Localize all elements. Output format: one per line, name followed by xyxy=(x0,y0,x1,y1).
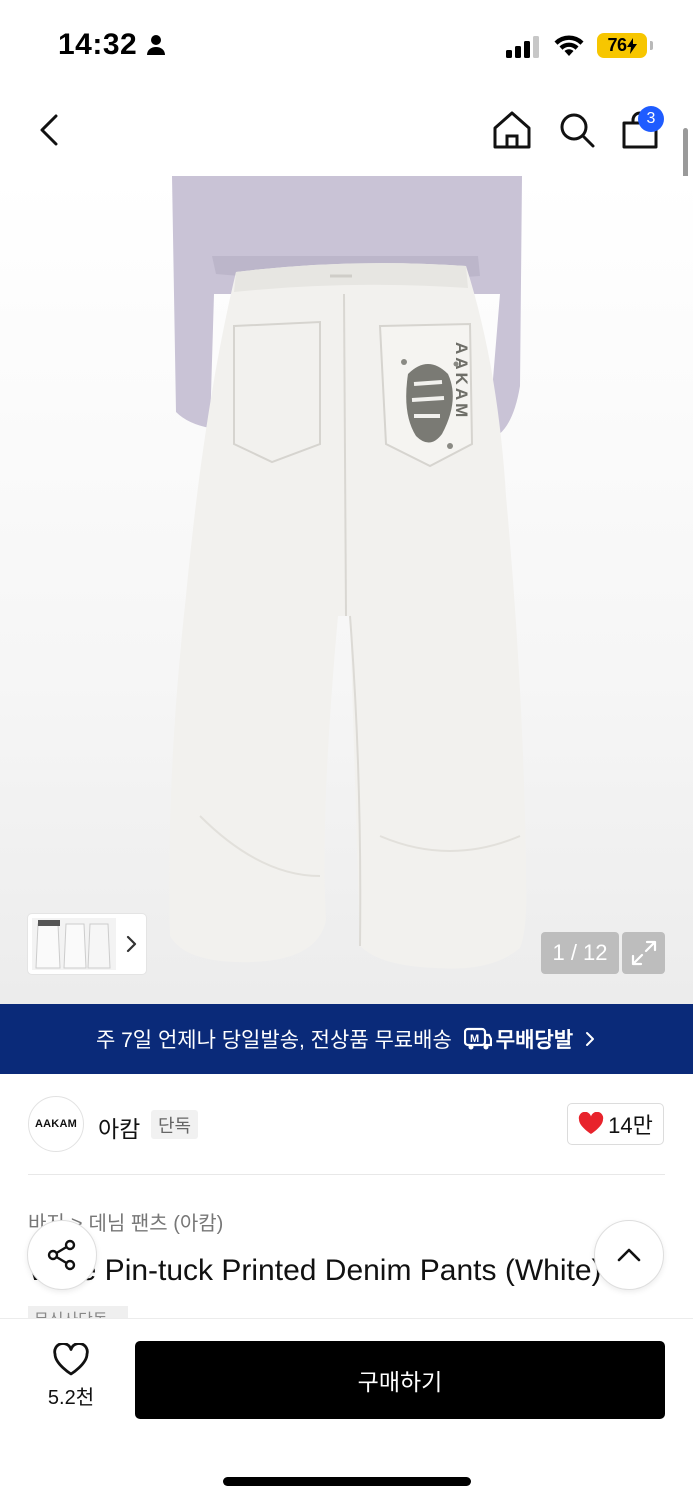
thumbnail-next-button[interactable] xyxy=(122,930,142,958)
product-title: Wide Pin-tuck Printed Denim Pants (White… xyxy=(28,1254,602,1287)
brand-logo-text: AAKAM xyxy=(35,1118,77,1130)
promo-banner[interactable]: 주 7일 언제나 당일발송, 전상품 무료배송 M 무배당발 xyxy=(0,1004,693,1074)
home-button[interactable] xyxy=(490,108,534,152)
share-button[interactable] xyxy=(27,1220,97,1290)
cellular-signal-icon xyxy=(506,36,542,63)
expand-icon xyxy=(631,940,656,966)
image-counter: 1 / 12 xyxy=(541,932,619,974)
promo-logo-text: 무배당발 xyxy=(495,1029,574,1052)
brand-name[interactable]: 아캄 xyxy=(98,1110,140,1144)
chevron-up-icon xyxy=(617,1248,641,1262)
brand-logo[interactable]: AAKAM xyxy=(28,1096,84,1152)
status-bar: 14:32 76 xyxy=(0,0,693,90)
chevron-right-icon xyxy=(586,1032,595,1046)
wishlist-count: 5.2천 xyxy=(47,1387,95,1409)
cart-count-badge: 3 xyxy=(638,106,664,132)
chevron-right-icon xyxy=(126,935,137,953)
charging-bolt-icon xyxy=(626,37,637,54)
search-button[interactable] xyxy=(555,108,599,152)
promo-text: 주 7일 언제나 당일발송, 전상품 무료배송 xyxy=(95,1029,452,1052)
heart-outline-icon xyxy=(53,1343,89,1376)
battery-icon: 76 xyxy=(597,33,653,58)
svg-text:M: M xyxy=(470,1033,479,1045)
thumbnail-image[interactable] xyxy=(32,918,116,970)
pocket-print-text: AAKAM xyxy=(452,342,471,420)
exclusive-badge: 단독 xyxy=(151,1110,199,1139)
status-time: 14:32 xyxy=(58,28,138,61)
product-image[interactable]: AAKAM xyxy=(0,176,693,1004)
chevron-left-icon xyxy=(40,114,58,146)
scroll-to-top-button[interactable] xyxy=(594,1220,664,1290)
back-button[interactable] xyxy=(30,110,70,150)
breadcrumb-item-subcategory[interactable]: 데님 팬츠 (아캄) xyxy=(89,1213,224,1235)
wishlist-button[interactable]: 5.2천 xyxy=(30,1343,112,1419)
nav-bar xyxy=(0,90,693,176)
home-indicator xyxy=(223,1477,471,1486)
search-icon xyxy=(560,113,595,148)
thumbnail-strip[interactable] xyxy=(28,914,146,974)
bottom-action-bar: 5.2천 구매하기 xyxy=(0,1318,693,1500)
wifi-icon xyxy=(553,34,585,63)
heart-filled-icon xyxy=(578,1112,604,1134)
brand-like-button[interactable]: 14만 xyxy=(567,1103,664,1145)
share-icon xyxy=(47,1239,76,1271)
product-photo: AAKAM xyxy=(169,176,527,969)
divider xyxy=(28,1174,665,1175)
battery-level: 76 xyxy=(607,35,627,55)
delivery-truck-icon: M xyxy=(463,1027,492,1050)
home-icon xyxy=(493,111,531,149)
expand-image-button[interactable] xyxy=(622,932,665,974)
buy-button[interactable]: 구매하기 xyxy=(135,1341,665,1419)
promo-logo: M 무배당발 xyxy=(463,1024,574,1054)
brand-like-count: 14만 xyxy=(608,1113,653,1138)
person-icon xyxy=(146,34,166,61)
